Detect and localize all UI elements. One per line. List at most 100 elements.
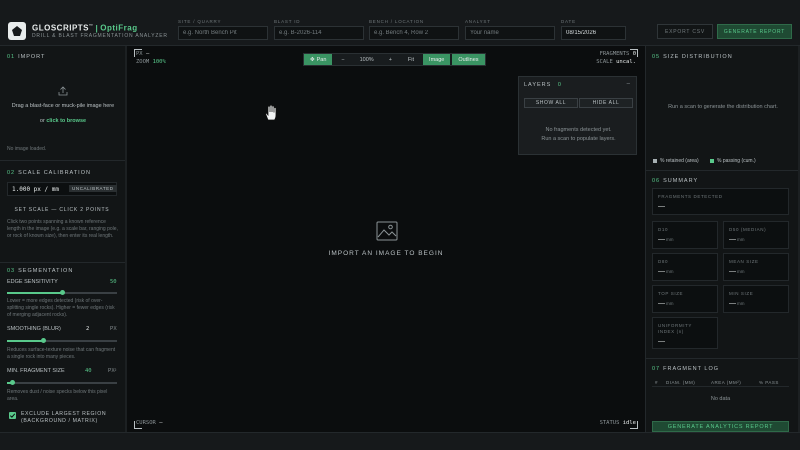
scale-title-text: SCALE CALIBRATION [18,170,91,176]
layers-panel: LAYERS 0 – SHOW ALL HIDE ALL No fragment… [518,76,637,155]
pan-button[interactable]: ✥ Pan [304,54,333,65]
zoom-readout: ZOOM 100% [136,59,166,65]
segmentation-title-text: SEGMENTATION [18,268,74,274]
zoom-in-button[interactable]: + [380,54,401,65]
fit-button[interactable]: Fit [401,54,421,65]
divider [646,170,800,171]
cursor-readout: CURSOR — [136,420,163,426]
layers-collapse-button[interactable]: – [627,81,630,87]
stat-value: — [729,300,736,307]
status-value: idle [622,420,636,426]
pan-icon: ✥ [310,56,315,63]
min-fragment-slider[interactable] [7,380,117,385]
show-all-button[interactable]: SHOW ALL [524,98,578,108]
bench-input[interactable] [369,26,459,40]
tagline: DRILL & BLAST FRAGMENTATION ANALYZER [32,33,168,39]
site-input[interactable] [178,26,268,40]
edge-slider-thumb[interactable] [59,290,65,295]
generate-analytics-button[interactable]: GENERATE ANALYTICS REPORT [652,421,789,432]
import-title: 01 IMPORT [7,54,45,60]
log-col-area: AREA (MM²) [711,380,742,385]
image-status: No image loaded. [7,146,47,152]
stat-label: TOP SIZE [658,291,684,296]
uniformity-value: — [658,338,665,345]
distribution-title: 05 SIZE DISTRIBUTION [652,54,733,60]
import-num: 01 [7,54,16,60]
image-toggle[interactable]: Image [423,54,451,65]
log-col-index: # [655,380,659,385]
legend-passing: % passing (cum.) [717,158,756,164]
canvas-viewport[interactable]: PX — ZOOM 100% FRAGMENTS 0 SCALE uncal. … [131,46,641,432]
sidebar-scrollbar[interactable] [125,46,127,432]
trademark: ™ [89,23,94,28]
site-field: SITE / QUARRY [178,19,268,40]
outlines-toggle[interactable]: Outlines [452,54,485,65]
blast-id-field: BLAST ID [274,19,364,40]
fragments-detected-label: FRAGMENTS DETECTED [658,194,723,199]
date-input[interactable] [561,26,626,40]
smoothing-slider[interactable] [7,338,117,343]
stat-d10: D10 —mm [652,221,718,249]
blast-id-input[interactable] [274,26,364,40]
min-fragment-value: 40 [85,368,92,374]
exclude-checkbox[interactable] [9,412,16,419]
px-readout: PX — [136,51,149,57]
stat-min-size: MIN SIZE —mm [723,285,789,313]
edge-slider-fill [7,292,62,294]
empty-canvas-message: IMPORT AN IMAGE TO BEGIN [328,250,444,257]
stat-label: D10 [658,227,669,232]
bench-field: BENCH / LOCATION [369,19,459,40]
stat-mean: MEAN SIZE —mm [723,253,789,281]
scale-label: SCALE [596,59,613,65]
stat-top-size: TOP SIZE —mm [652,285,718,313]
top-bar: GLOSCRIPTS™ | OptiFrag DRILL & BLAST FRAGM… [0,0,800,46]
layers-title-text: LAYERS [524,82,552,88]
min-fragment-slider-thumb[interactable] [10,380,15,385]
analyst-input[interactable] [465,26,555,40]
stat-label: D80 [658,259,669,264]
stat-d50: D50 (MEDIAN) —mm [723,221,789,249]
export-csv-button[interactable]: EXPORT CSV [657,24,713,39]
dropzone[interactable]: Drag a blast-face or muck-pile image her… [7,66,119,128]
zoom-level: 100% [359,56,374,63]
log-title-text: FRAGMENT LOG [663,366,720,372]
date-label: DATE [561,19,576,24]
stat-unit: mm [737,269,745,274]
stat-unit: mm [666,269,674,274]
brand: GLOSCRIPTS™ | OptiFrag [32,23,138,33]
bottom-bar [0,432,800,450]
generate-report-button[interactable]: GENERATE REPORT [717,24,792,39]
fragment-log-title: 07 FRAGMENT LOG [652,366,719,372]
stat-label: MEAN SIZE [729,259,759,264]
stat-unit: mm [737,301,745,306]
log-col-diameter: DIAM. (MM) [666,380,696,385]
hide-all-button[interactable]: HIDE ALL [579,98,633,108]
stat-value: — [729,268,736,275]
px-value: — [145,51,150,57]
smoothing-label: SMOOTHING (BLUR) [7,326,61,332]
stat-d80: D80 —mm [652,253,718,281]
fragments-readout: FRAGMENTS 0 [600,51,636,57]
zoom-value: 100% [152,59,166,65]
browse-link[interactable]: click to browse [46,118,86,124]
logo-icon [8,22,26,40]
segmentation-num: 03 [7,268,16,274]
legend-swatch-passing [710,159,714,163]
stat-label: D50 (MEDIAN) [729,227,767,232]
stat-label: MIN SIZE [729,291,754,296]
status-readout: STATUS idle [600,420,636,426]
analyst-field: ANALYST [465,19,555,40]
edge-label: EDGE SENSITIVITY [7,279,58,285]
edge-slider[interactable] [7,290,117,295]
browse-line: or click to browse [7,118,119,124]
fragments-detected-value: — [658,203,665,210]
brand-name: GLOSCRIPTS [32,23,90,33]
set-scale-button[interactable]: SET SCALE — CLICK 2 POINTS [7,207,117,213]
log-table-header: # DIAM. (MM) AREA (MM²) % PASS [652,377,789,387]
smoothing-slider-thumb[interactable] [40,338,46,343]
zoom-out-button[interactable]: − [332,54,353,65]
summary-title: 06 SUMMARY [652,178,698,184]
px-label: PX [136,51,143,57]
stat-value: — [658,268,665,275]
legend-swatch-retained [653,159,657,163]
